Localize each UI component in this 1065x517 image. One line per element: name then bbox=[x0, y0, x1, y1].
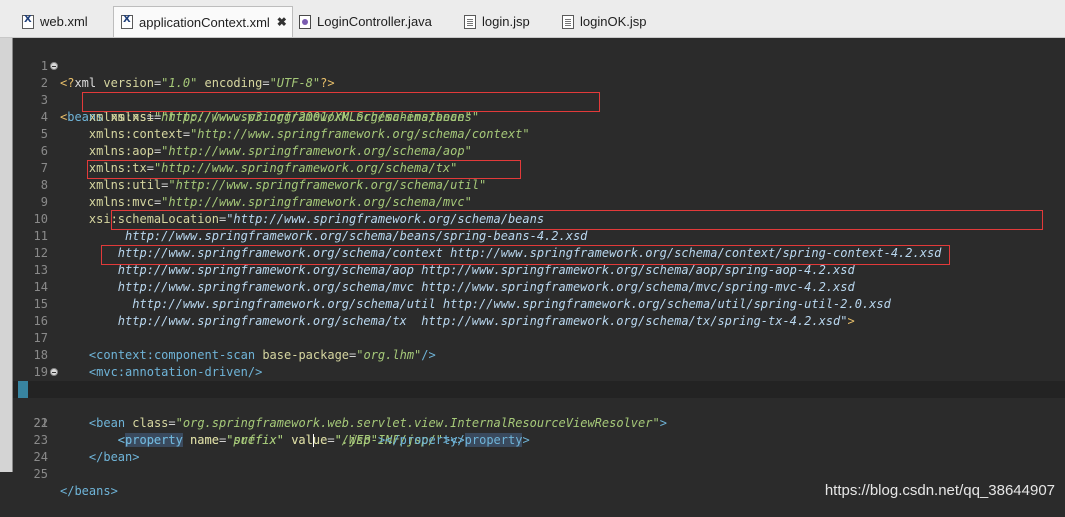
left-panel-edge bbox=[0, 38, 13, 472]
tab-label: login.jsp bbox=[482, 14, 530, 29]
tab-label: loginOK.jsp bbox=[580, 14, 647, 29]
code-line: 25 </beans> bbox=[13, 449, 1065, 498]
tab-label: web.xml bbox=[40, 14, 88, 29]
code-text: </beans> bbox=[60, 484, 118, 498]
code-line: 12 http://www.springframework.org/schema… bbox=[13, 228, 1065, 277]
fold-toggle-icon[interactable] bbox=[50, 62, 58, 70]
watermark: https://blog.csdn.net/qq_38644907 bbox=[824, 482, 1055, 499]
code-line: 2 <beans xmlns="http://www.springframewo… bbox=[13, 58, 1065, 124]
tab-label: LoginController.java bbox=[317, 14, 432, 29]
line-number: 25 bbox=[33, 467, 48, 481]
code-line: 16 bbox=[13, 296, 1065, 328]
fold-toggle-icon[interactable] bbox=[50, 368, 58, 376]
code-line: 18 <mvc:annotation-driven/> bbox=[13, 330, 1065, 379]
line-marker-icon bbox=[18, 381, 28, 398]
code-line: 22 <property name="suffix" value=".jsp">… bbox=[13, 398, 1065, 447]
annotation-box-context-xsd bbox=[111, 210, 1043, 230]
code-editor[interactable]: 1 <?xml version="1.0" encoding="UTF-8"?>… bbox=[13, 38, 1065, 499]
tab-label: applicationContext.xml bbox=[139, 14, 270, 30]
tab-logincontroller-java[interactable]: LoginController.java bbox=[299, 8, 432, 35]
annotation-box-mvc bbox=[87, 160, 521, 179]
code-line: 7 xmlns:util="http://www.springframework… bbox=[13, 143, 1065, 192]
code-line: 24 bbox=[13, 432, 1065, 464]
code-line: 23 </bean> bbox=[13, 415, 1065, 464]
code-line: 10 http://www.springframework.org/schema… bbox=[13, 194, 1065, 243]
code-line: 15 http://www.springframework.org/schema… bbox=[13, 279, 1065, 328]
code-line-current: 21 <property name="prefix" value="/WEB-I… bbox=[13, 381, 1065, 447]
annotation-box-context bbox=[82, 92, 600, 112]
code-line: 17 <context:component-scan base-package=… bbox=[13, 313, 1065, 362]
code-line: 19 bbox=[13, 347, 1065, 379]
code-line: 9 xsi:schemaLocation="http://www.springf… bbox=[13, 177, 1065, 226]
code-line: 6 xmlns:tx="http://www.springframework.o… bbox=[13, 126, 1065, 175]
tab-loginok-jsp[interactable]: loginOK.jsp bbox=[562, 8, 646, 35]
jsp-file-icon bbox=[464, 14, 476, 29]
java-file-icon bbox=[299, 14, 311, 29]
close-icon[interactable]: ✖ bbox=[277, 15, 287, 29]
code-line: 1 <?xml version="1.0" encoding="UTF-8"?> bbox=[13, 41, 1065, 90]
jsp-file-icon bbox=[562, 14, 574, 29]
code-line: 20 <bean class="org.springframework.web.… bbox=[13, 364, 1065, 430]
tab-applicationcontext-xml[interactable]: applicationContext.xml ✖ bbox=[113, 6, 293, 37]
xml-file-icon bbox=[121, 14, 133, 29]
editor-tab-bar: web.xml applicationContext.xml ✖ LoginCo… bbox=[0, 0, 1065, 38]
tab-login-jsp[interactable]: login.jsp bbox=[464, 8, 530, 35]
code-line: 3 xmlns:xsi="http://www.w3.org/2001/XMLS… bbox=[13, 75, 1065, 124]
annotation-box-mvc-xsd bbox=[101, 245, 950, 265]
xml-file-icon bbox=[22, 14, 34, 29]
tab-web-xml[interactable]: web.xml bbox=[22, 8, 88, 35]
